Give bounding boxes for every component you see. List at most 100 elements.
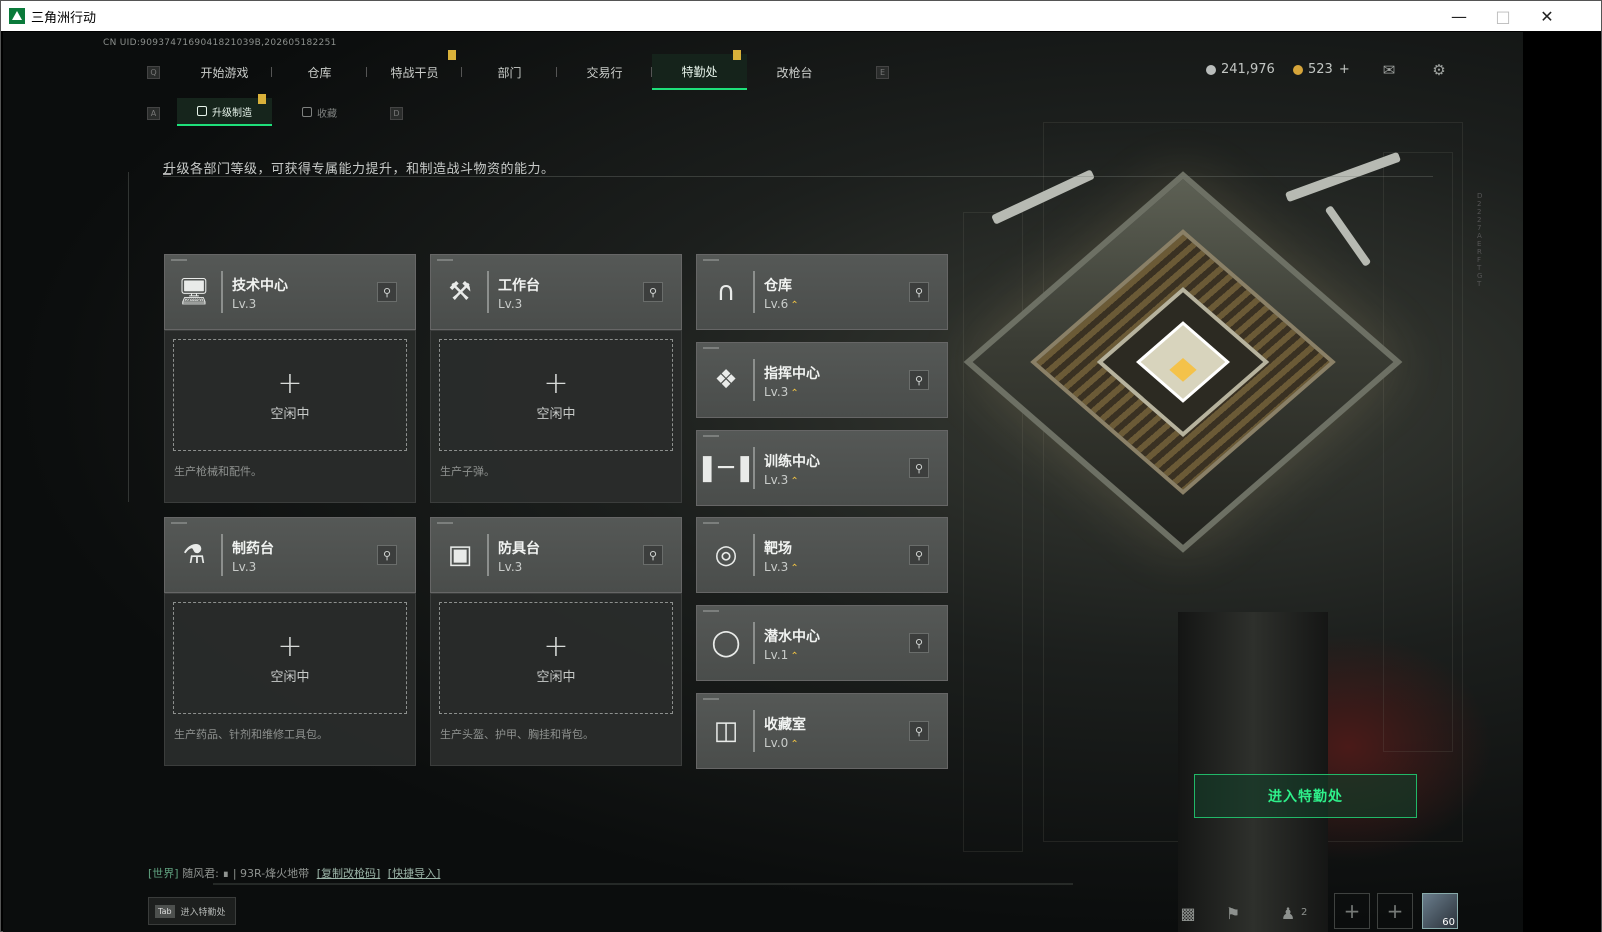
key-label: Tab	[155, 904, 175, 918]
armor-icon: ▣	[447, 540, 473, 570]
main-nav: 开始游戏 仓库 特战干员 部门 交易行 特勤处 改枪台	[177, 50, 842, 90]
facility-level: Lv.0	[764, 736, 789, 750]
tab-special-ops[interactable]: 特勤处	[652, 50, 747, 90]
production-slot[interactable]: + 空闲中	[439, 339, 673, 451]
slot-status: 空闲中	[536, 406, 576, 422]
facility-card-workbench[interactable]: ⚒ 工作台 Lv.3 ⚲	[430, 254, 682, 330]
enter-special-ops-button[interactable]: 进入特勤处	[1194, 774, 1417, 818]
game-window: 三角洲行动 — □ ✕ D2227AERFTGT CN UID:90937471…	[0, 0, 1602, 932]
facility-card-command-center[interactable]: ❖ 指挥中心 Lv.3 ⌃ ⚲	[696, 342, 948, 418]
subtab-collection[interactable]: 收藏	[272, 98, 367, 126]
facility-name: 收藏室	[764, 717, 806, 733]
target-icon: ◎	[714, 540, 738, 570]
production-slot[interactable]: + 空闲中	[439, 602, 673, 714]
tab-warehouse[interactable]: 仓库	[272, 54, 367, 90]
facility-name: 工作台	[498, 278, 540, 294]
facility-level: Lv.3	[232, 297, 257, 311]
key-hint-d: D	[390, 107, 403, 120]
friends-icon[interactable]: ♟	[1271, 897, 1305, 929]
production-note: 生产子弹。	[440, 465, 495, 478]
production-note: 生产药品、针剂和维修工具包。	[174, 728, 328, 741]
facility-card-pharmacy[interactable]: ⚗ 制药台 Lv.3 ⚲	[164, 517, 416, 593]
close-button[interactable]: ✕	[1525, 1, 1569, 31]
facility-card-armor-bench[interactable]: ▣ 防具台 Lv.3 ⚲	[430, 517, 682, 593]
production-slot[interactable]: + 空闲中	[173, 339, 407, 451]
monitor-icon: 🖥	[177, 277, 211, 307]
quick-import-link[interactable]: [快捷导入]	[388, 867, 441, 880]
invite-slot-button[interactable]: +	[1377, 893, 1413, 929]
gold-currency[interactable]: 523 +	[1293, 62, 1350, 77]
dumbbell-icon: ❚─❚	[696, 453, 756, 483]
facility-card-tech-center[interactable]: 🖥 技术中心 Lv.3 ⚲	[164, 254, 416, 330]
facility-card-diving-center[interactable]: ◯ 潜水中心 Lv.1 ⌃ ⚲	[696, 605, 948, 681]
search-icon[interactable]: ⚲	[909, 458, 929, 478]
avatar[interactable]: 60	[1422, 893, 1458, 929]
app-logo-icon	[9, 8, 25, 24]
tab-label: 开始游戏	[200, 65, 249, 80]
facility-level: Lv.6	[764, 297, 789, 311]
search-icon[interactable]: ⚲	[909, 633, 929, 653]
facility-card-warehouse[interactable]: ∩ 仓库 Lv.6 ⌃ ⚲	[696, 254, 948, 330]
collection-icon: ◫	[713, 716, 739, 746]
background-scaffold	[963, 212, 1023, 852]
tools-icon: ⚒	[448, 277, 472, 307]
search-icon[interactable]: ⚲	[377, 282, 397, 302]
plus-icon: +	[277, 628, 303, 664]
tab-department[interactable]: 部门	[462, 54, 557, 90]
window-title: 三角洲行动	[31, 10, 97, 26]
minimize-button[interactable]: —	[1437, 1, 1481, 31]
collection-tab-icon	[302, 107, 312, 117]
facility-level: Lv.3	[764, 473, 789, 487]
production-panel: + 空闲中 生产药品、针剂和维修工具包。	[164, 593, 416, 766]
stats-icon[interactable]: ▩	[1171, 897, 1205, 929]
tab-operators[interactable]: 特战干员	[367, 50, 462, 90]
microscope-icon: ⚗	[182, 540, 206, 570]
facility-name: 仓库	[764, 278, 792, 294]
decorative-text: D2227AERFTGT	[1477, 192, 1483, 288]
tab-start-game[interactable]: 开始游戏	[177, 54, 272, 90]
invite-slot-button[interactable]: +	[1334, 893, 1370, 929]
notification-badge	[258, 94, 266, 104]
facility-card-training-center[interactable]: ❚─❚ 训练中心 Lv.3 ⌃ ⚲	[696, 430, 948, 506]
chat-user[interactable]: 随风君:	[182, 867, 219, 880]
upgrade-arrow-icon: ⌃	[790, 563, 799, 574]
production-note: 生产枪械和配件。	[174, 465, 262, 478]
copy-gun-code-link[interactable]: [复制改枪码]	[317, 867, 381, 880]
facility-name: 防具台	[498, 541, 540, 557]
facility-name: 训练中心	[764, 454, 820, 470]
upgrade-arrow-icon: ⌃	[790, 739, 799, 750]
search-icon[interactable]: ⚲	[909, 721, 929, 741]
subtab-upgrade-craft[interactable]: 升级制造	[177, 94, 272, 126]
facility-card-collection-room[interactable]: ◫ 收藏室 Lv.0 ⌃ ⚲	[696, 693, 948, 769]
slot-status: 空闲中	[270, 406, 310, 422]
chat-message: [世界] 随风君: ∎ | 93R-烽火地带 [复制改枪码] [快捷导入]	[148, 865, 440, 881]
search-icon[interactable]: ⚲	[643, 545, 663, 565]
search-icon[interactable]: ⚲	[909, 545, 929, 565]
facility-card-shooting-range[interactable]: ◎ 靶场 Lv.3 ⌃ ⚲	[696, 517, 948, 593]
settings-icon[interactable]: ⚙	[1429, 61, 1449, 79]
mail-icon[interactable]: ✉	[1379, 61, 1399, 79]
facility-name: 制药台	[232, 541, 274, 557]
warehouse-icon: ∩	[716, 277, 736, 307]
tab-gunsmith[interactable]: 改枪台	[747, 54, 842, 90]
search-icon[interactable]: ⚲	[377, 545, 397, 565]
gun-icon: ∎	[222, 867, 230, 880]
page-description: 升级各部门等级，可获得专属能力提升，和制造战斗物资的能力。	[163, 162, 555, 177]
subtab-label: 收藏	[317, 108, 337, 120]
slot-status: 空闲中	[270, 669, 310, 685]
search-icon[interactable]: ⚲	[643, 282, 663, 302]
tab-trading[interactable]: 交易行	[557, 54, 652, 90]
flag-icon[interactable]: ⚑	[1216, 897, 1250, 929]
production-note: 生产头盔、护甲、胸挂和背包。	[440, 728, 594, 741]
search-icon[interactable]: ⚲	[909, 370, 929, 390]
search-icon[interactable]: ⚲	[909, 282, 929, 302]
maximize-button[interactable]: □	[1481, 1, 1525, 31]
tab-label: 特战干员	[390, 65, 439, 80]
tab-label: 改枪台	[776, 65, 813, 80]
production-slot[interactable]: + 空闲中	[173, 602, 407, 714]
tab-hint-button[interactable]: Tab 进入特勤处	[148, 897, 236, 925]
facility-name: 指挥中心	[764, 366, 820, 382]
title-bar: 三角洲行动 — □ ✕	[1, 1, 1601, 31]
frame-line	[213, 883, 1073, 885]
add-currency-button[interactable]: +	[1339, 62, 1350, 77]
